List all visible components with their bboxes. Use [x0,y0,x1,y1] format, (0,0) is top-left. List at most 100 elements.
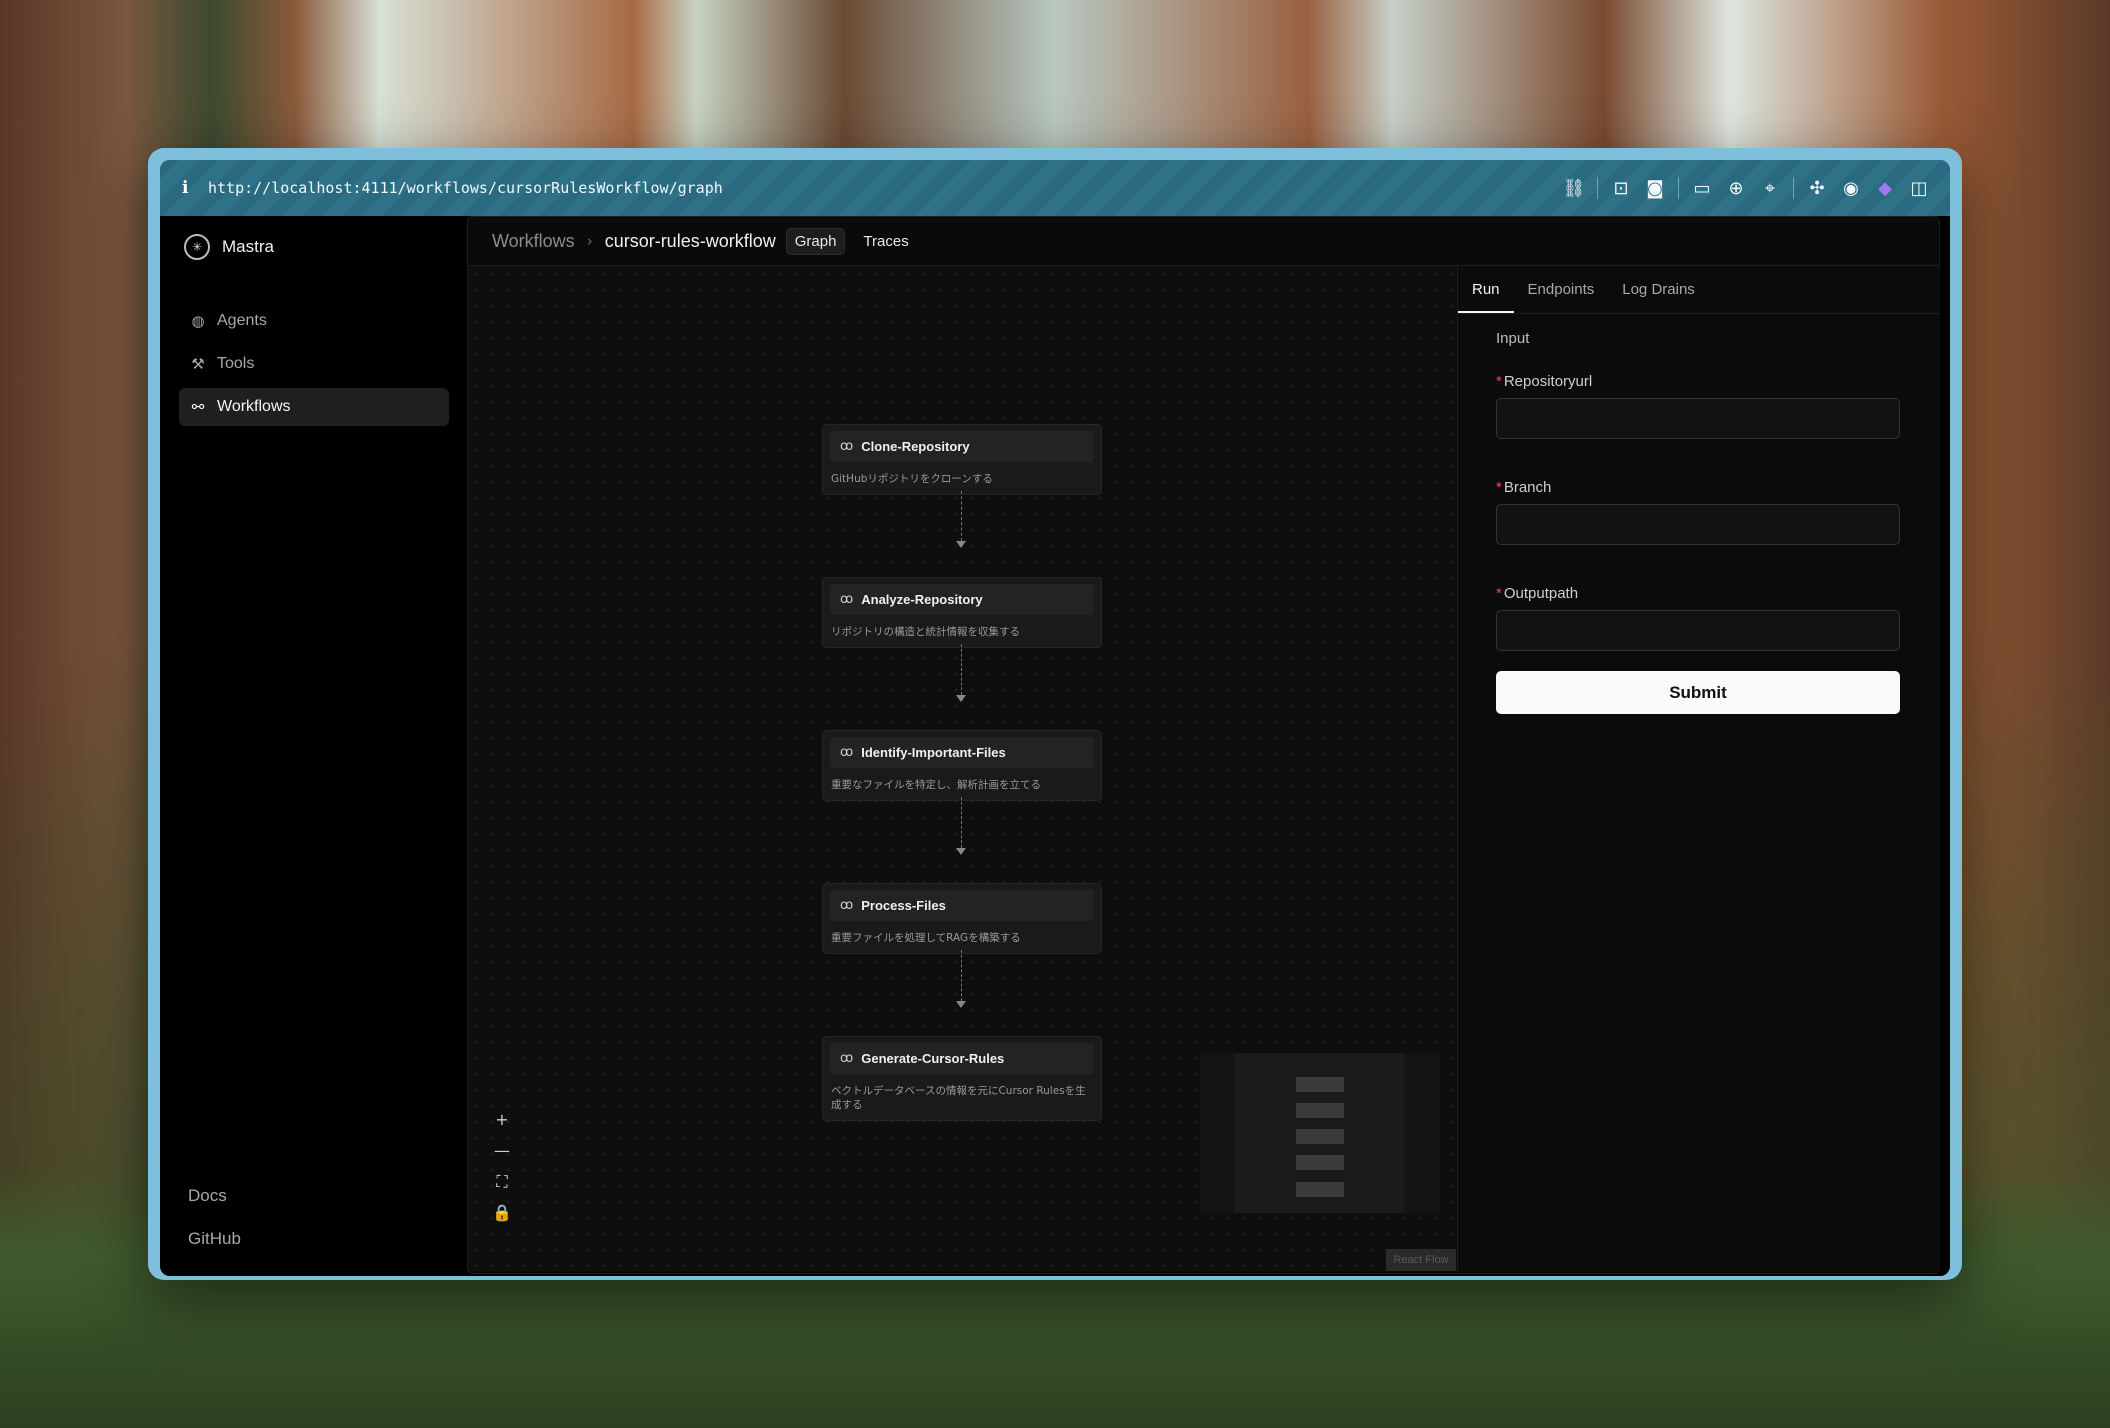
mastra-logo-icon: ✳ [184,234,210,260]
workflow-edge [961,644,962,695]
tab-graph[interactable]: Graph [785,227,846,255]
sidebar-item-label: Workflows [217,398,291,415]
submit-button[interactable]: Submit [1496,671,1900,714]
node-header: ꝏ Identify-Important-Files [830,737,1094,768]
node-title: Generate-Cursor-Rules [861,1051,1005,1066]
tab-traces[interactable]: Traces [855,229,916,254]
url-text[interactable]: http://localhost:4111/workflows/cursorRu… [208,179,723,197]
react-flow-attribution[interactable]: React Flow [1386,1249,1456,1271]
tab-log-drains[interactable]: Log Drains [1608,267,1709,313]
sidebar: ✳ Mastra ◍ Agents ⚒ Tools ⚯ Workflows Do… [160,216,466,1276]
globe-icon[interactable]: ⊕ [1719,178,1753,199]
zoom-out-icon[interactable]: — [492,1135,512,1166]
node-title: Identify-Important-Files [861,745,1006,760]
crosshair-icon[interactable]: ⌖ [1753,178,1787,199]
tab-run[interactable]: Run [1458,267,1514,313]
edge-arrow-icon [956,695,966,702]
node-header: ꝏ Generate-Cursor-Rules [830,1043,1094,1074]
minimap-node [1296,1103,1344,1118]
brand[interactable]: ✳ Mastra [184,232,274,262]
node-description: ベクトルデータベースの情報を元にCursor Rulesを生成する [831,1085,1086,1111]
node-description: GitHubリポジトリをクローンする [831,473,993,485]
download-icon[interactable]: ⊡ [1604,178,1638,199]
zoom-in-icon[interactable]: + [492,1104,512,1135]
github-link[interactable]: GitHub [188,1217,241,1260]
branch-input[interactable] [1496,504,1900,545]
minimap-node [1296,1077,1344,1092]
node-title: Process-Files [861,898,946,913]
footprints-icon: ꝏ [840,1051,854,1066]
toolbar-divider [1597,177,1598,199]
workflow-edge [961,491,962,541]
workflow-edge [961,797,962,848]
sidebar-item-workflows[interactable]: ⚯ Workflows [179,388,449,426]
field-label-text: Repositoryurl [1503,373,1593,390]
terminal-icon[interactable]: ▭ [1685,178,1719,199]
agents-icon: ◍ [191,312,205,330]
sidebar-item-label: Agents [217,312,267,329]
outputpath-input[interactable] [1496,610,1900,651]
workflow-node-clone-repository[interactable]: ꝏ Clone-Repository GitHubリポジトリをクローンする [822,424,1102,495]
workflow-node-identify-important-files[interactable]: ꝏ Identify-Important-Files 重要なファイルを特定し、解… [822,730,1102,801]
footprints-icon: ꝏ [840,592,854,607]
brand-name: Mastra [222,237,274,256]
field-label-repositoryurl: * Repositoryurl [1496,373,1900,390]
sidebar-item-tools[interactable]: ⚒ Tools [179,345,449,383]
field-label-outputpath: * Outputpath [1496,585,1900,602]
node-title: Analyze-Repository [861,592,983,607]
node-header: ꝏ Process-Files [830,890,1094,921]
camera-icon[interactable]: ◙ [1638,178,1672,199]
tools-icon: ⚒ [191,355,205,373]
form-title: Input [1496,330,1530,347]
link-icon[interactable]: ⛓ [1557,178,1591,199]
node-description: 重要ファイルを処理してRAGを構築する [831,932,1021,944]
sidebar-item-label: Tools [217,355,255,372]
sidebar-footer: Docs GitHub [188,1174,241,1260]
page-title: cursor-rules-workflow [604,230,776,251]
edge-arrow-icon [956,848,966,855]
panel-tabs: Run Endpoints Log Drains [1458,266,1940,314]
workflow-node-analyze-repository[interactable]: ꝏ Analyze-Repository リポジトリの構造と統計情報を収集する [822,577,1102,648]
toolbar-divider [1793,177,1794,199]
node-description: 重要なファイルを特定し、解析計画を立てる [831,779,1041,791]
workflow-node-process-files[interactable]: ꝏ Process-Files 重要ファイルを処理してRAGを構築する [822,883,1102,954]
edge-arrow-icon [956,541,966,548]
node-header: ꝏ Analyze-Repository [830,584,1094,615]
run-form: Input * Repositoryurl * Branch * Outputpath [1496,330,1900,714]
toolbar-divider [1678,177,1679,199]
required-marker: * [1496,479,1502,496]
split-view-icon[interactable]: ◫ [1902,178,1936,199]
main-content: Workflows › cursor-rules-workflow Graph … [467,216,1940,1274]
workflow-node-generate-cursor-rules[interactable]: ꝏ Generate-Cursor-Rules ベクトルデータベースの情報を元に… [822,1036,1102,1121]
breadcrumb-separator: › [586,232,593,250]
field-label-branch: * Branch [1496,479,1900,496]
minimap-node [1296,1155,1344,1170]
sidebar-item-agents[interactable]: ◍ Agents [179,302,449,340]
fit-view-icon[interactable]: ⛶ [492,1166,512,1197]
address-bar[interactable]: i http://localhost:4111/workflows/cursor… [160,160,1950,216]
extensions-icon[interactable]: ✣ [1800,178,1834,199]
graph-controls: + — ⛶ 🔒 [492,1104,512,1228]
minimap-node [1296,1182,1344,1197]
repositoryurl-input[interactable] [1496,398,1900,439]
lock-icon[interactable]: 🔒 [492,1197,512,1228]
required-marker: * [1496,585,1502,602]
chrome-icon[interactable]: ◉ [1834,178,1868,199]
sidebar-nav: ◍ Agents ⚒ Tools ⚯ Workflows [179,302,449,431]
tab-endpoints[interactable]: Endpoints [1514,267,1609,313]
footprints-icon: ꝏ [840,745,854,760]
minimap-node [1296,1129,1344,1144]
docs-link[interactable]: Docs [188,1174,241,1217]
footprints-icon: ꝏ [840,898,854,913]
gem-icon[interactable]: ◆ [1868,178,1902,199]
field-label-text: Branch [1503,479,1552,496]
workflow-graph-canvas[interactable]: ꝏ Clone-Repository GitHubリポジトリをクローンする ꝏ … [468,266,1456,1271]
header: Workflows › cursor-rules-workflow Graph … [468,217,1939,266]
node-title: Clone-Repository [861,439,970,454]
workflows-icon: ⚯ [191,398,205,416]
required-marker: * [1496,373,1502,390]
footprints-icon: ꝏ [840,439,854,454]
breadcrumb-workflows[interactable]: Workflows [492,231,575,252]
info-icon[interactable]: i [182,178,196,198]
minimap[interactable] [1200,1053,1440,1213]
